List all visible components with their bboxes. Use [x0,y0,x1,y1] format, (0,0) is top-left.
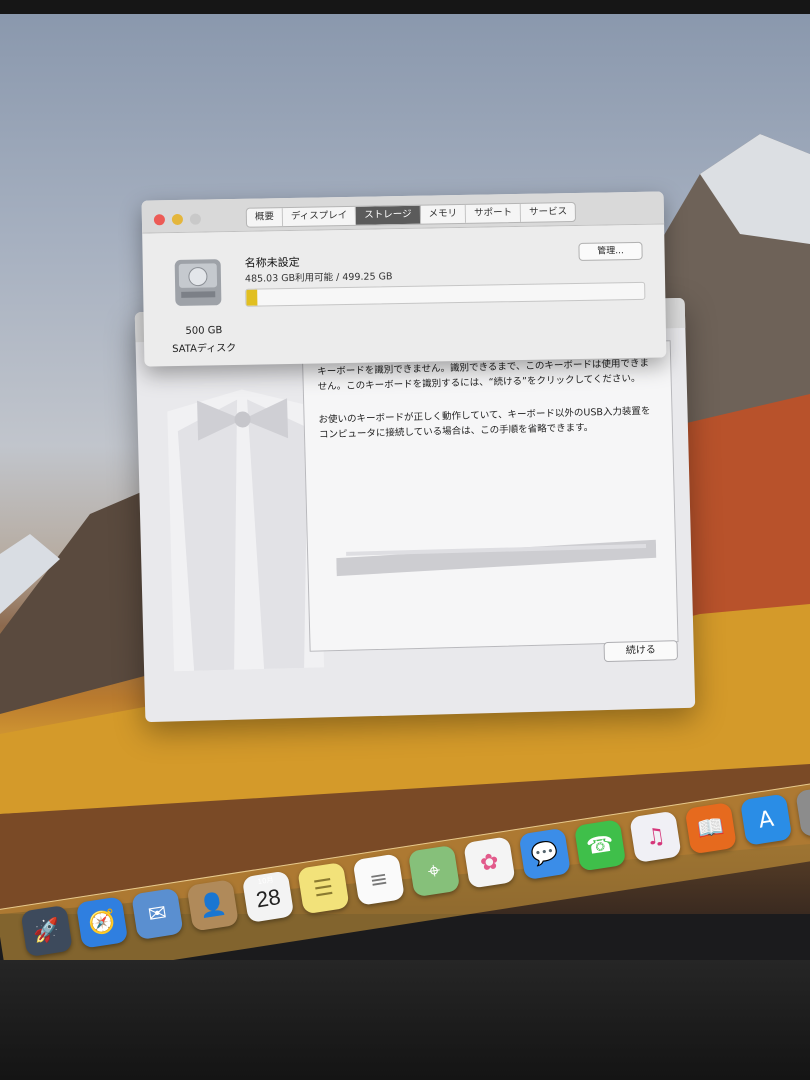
assistant-message-panel: キーボードを識別できません。識別できるまで、このキーボードは使用できません。この… [301,340,679,652]
hard-disk-icon [174,259,222,306]
list-icon: ≡ [367,865,390,894]
dock-item-launchpad[interactable]: 🚀 [20,904,73,958]
dock-item-maps[interactable]: ⌖ [407,844,461,898]
close-window-button[interactable] [153,214,166,226]
dock-item-safari[interactable]: 🧭 [75,896,129,949]
zoom-window-button[interactable] [189,213,202,225]
keyboard-illustration [336,539,657,577]
volume-name: 名称未設定 [244,255,300,270]
tab-support[interactable]: サポート [465,203,522,223]
contacts-icon: 👤 [197,890,229,920]
tab-displays[interactable]: ディスプレイ [282,206,357,227]
disk-type-label: SATAディスク [172,342,237,356]
dock-item-messages[interactable]: 💬 [518,827,572,881]
dock-item-ibooks[interactable]: 📖 [684,801,738,855]
facetime-icon: ☎ [584,830,616,860]
photos-icon: ✿ [478,848,501,877]
storage-usage-fill [246,289,258,306]
dock-item-contacts[interactable]: 👤 [186,879,239,932]
map-icon: ⌖ [426,857,443,885]
tab-service[interactable]: サービス [521,203,575,222]
dock-item-notes[interactable]: ☰ [297,861,350,915]
compass-icon: 🧭 [86,908,118,937]
continue-button[interactable]: 続ける [603,640,679,663]
screen: キーボードを識別できません。識別できるまで、このキーボードは使用できません。この… [0,0,810,1080]
manage-button[interactable]: 管理... [578,241,643,261]
minimize-window-button[interactable] [171,213,184,226]
book-icon: 📖 [695,813,727,843]
dock-item-reminders[interactable]: ≡ [352,853,405,906]
disk-size-label: 500 GB [185,325,223,337]
notes-icon: ☰ [311,874,336,903]
about-this-mac-window: 概要 ディスプレイ ストレージ メモリ サポート サービス 500 GB SAT… [141,191,667,367]
stamp-icon: ✉ [146,900,169,928]
rocket-icon: 🚀 [31,916,63,946]
about-tabs: 概要 ディスプレイ ストレージ メモリ サポート サービス [245,201,577,228]
dock-item-calendar[interactable]: 10月 28 [241,870,295,924]
tab-memory[interactable]: メモリ [420,204,467,224]
app-store-icon: A [756,806,776,834]
tab-overview[interactable]: 概要 [246,208,284,227]
message-icon: 💬 [529,839,561,869]
tab-storage[interactable]: ストレージ [356,205,421,225]
storage-usage-bar [245,281,646,307]
dock-item-mail[interactable]: ✉ [131,887,184,941]
music-icon: ♫ [643,822,668,851]
dock-item-facetime[interactable]: ☎ [573,819,627,872]
calendar-day: 28 [254,884,283,913]
laptop-bezel-bottom [0,960,810,1080]
dock-item-photos[interactable]: ✿ [463,836,516,889]
volume-usage-text: 485.03 GB利用可能 / 499.25 GB [244,271,393,285]
dock-item-system-preferences[interactable]: ⚙ [795,784,810,838]
dock-item-app-store[interactable]: A [739,793,793,846]
assistant-message-2: お使いのキーボードが正しく動作していて、キーボード以外のUSB入力装置をコンピュ… [318,405,651,441]
dock-item-itunes[interactable]: ♫ [629,810,682,864]
